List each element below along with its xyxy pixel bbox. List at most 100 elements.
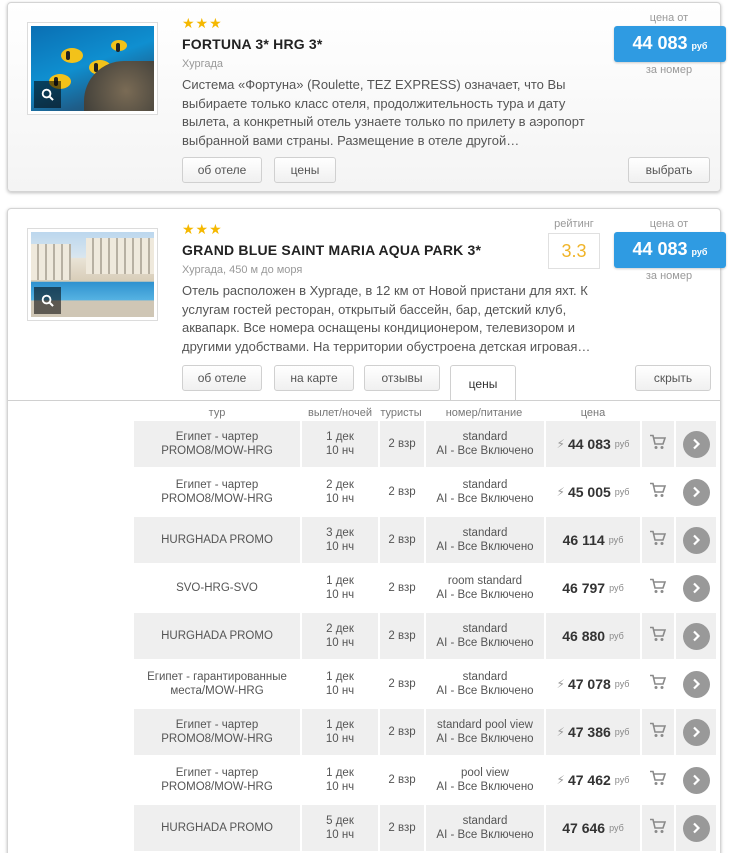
cart-icon[interactable] <box>649 674 667 694</box>
go-cell[interactable] <box>676 565 716 611</box>
price-cell: 46 880 руб <box>546 613 640 659</box>
go-cell[interactable] <box>676 613 716 659</box>
tab-prices[interactable]: цены <box>450 365 516 401</box>
cart-cell[interactable] <box>642 757 674 803</box>
meal-plan: AI - Все Включено <box>436 829 534 841</box>
tour-price: 47 078 <box>567 676 611 692</box>
chevron-right-icon[interactable] <box>682 670 710 698</box>
currency-label: руб <box>691 41 708 51</box>
cart-cell[interactable] <box>642 469 674 515</box>
hide-button[interactable]: скрыть <box>635 365 711 391</box>
about-hotel-button[interactable]: об отеле <box>182 365 262 391</box>
hotel-card-fortuna: ★★★ FORTUNA 3* HRG 3* Хургада Система «Ф… <box>7 2 726 192</box>
cart-icon[interactable] <box>649 482 667 502</box>
hotel-photo[interactable] <box>27 22 158 115</box>
chevron-right-icon[interactable] <box>682 814 710 842</box>
currency-label: руб <box>609 583 624 593</box>
go-cell[interactable] <box>676 757 716 803</box>
lightning-icon: ⚡ <box>556 677 565 691</box>
lightning-icon: ⚡ <box>556 773 565 787</box>
reviews-button[interactable]: отзывы <box>364 365 440 391</box>
magnifier-icon[interactable] <box>34 81 61 108</box>
chevron-right-icon[interactable] <box>682 430 710 458</box>
departure-date: 2 дек <box>326 623 354 635</box>
currency-label: руб <box>614 727 630 737</box>
go-cell[interactable] <box>676 421 716 467</box>
departure-cell: 1 дек 10 нч <box>302 565 378 611</box>
cart-cell[interactable] <box>642 709 674 755</box>
chevron-right-icon[interactable] <box>682 526 710 554</box>
price-value: 44 083 <box>632 239 688 259</box>
price-cell: 46 114 руб <box>546 517 640 563</box>
hotel-photo[interactable] <box>27 228 158 321</box>
cart-cell[interactable] <box>642 661 674 707</box>
tour-name-line: PROMO8/MOW-HRG <box>161 445 273 457</box>
hotel-description: Отель расположен в Хургаде, в 12 км от Н… <box>182 283 591 354</box>
cart-cell[interactable] <box>642 565 674 611</box>
go-cell[interactable] <box>676 709 716 755</box>
departure-date: 1 дек <box>326 575 354 587</box>
hotel-card-grand-blue: ★★★ GRAND BLUE SAINT MARIA AQUA PARK 3* … <box>7 208 726 853</box>
col-header-tourists: туристы <box>380 407 422 419</box>
cart-icon[interactable] <box>649 626 667 646</box>
room-type: standard <box>462 623 508 635</box>
hotel-description: Система «Фортуна» (Roulette, TEZ EXPRESS… <box>182 77 585 148</box>
go-cell[interactable] <box>676 517 716 563</box>
tour-price: 44 083 <box>567 436 611 452</box>
meal-plan: AI - Все Включено <box>436 733 534 745</box>
tour-name-line: PROMO8/MOW-HRG <box>161 493 273 505</box>
departure-date: 2 дек <box>326 479 354 491</box>
cart-cell[interactable] <box>642 613 674 659</box>
prices-button[interactable]: цены <box>274 157 336 183</box>
tourists-cell: 2 взр <box>380 757 424 803</box>
price-badge[interactable]: 44 083 руб <box>614 26 726 62</box>
room-cell: room standard AI - Все Включено <box>426 565 544 611</box>
cart-icon[interactable] <box>649 722 667 742</box>
cart-icon[interactable] <box>649 818 667 838</box>
tour-name-line: Египет - гарантированные <box>147 671 287 683</box>
cart-cell[interactable] <box>642 805 674 851</box>
room-cell: standard AI - Все Включено <box>426 661 544 707</box>
departure-date: 1 дек <box>326 719 354 731</box>
go-cell[interactable] <box>676 469 716 515</box>
tour-name-line: PROMO8/MOW-HRG <box>161 781 273 793</box>
room-cell: standard pool view AI - Все Включено <box>426 709 544 755</box>
tour-name-line: PROMO8/MOW-HRG <box>161 733 273 745</box>
hotel-name[interactable]: FORTUNA 3* HRG 3* <box>182 36 323 52</box>
tourists-count: 2 взр <box>388 678 416 690</box>
chevron-right-icon[interactable] <box>682 622 710 650</box>
about-hotel-button[interactable]: об отеле <box>182 157 262 183</box>
on-map-button[interactable]: на карте <box>274 365 354 391</box>
price-cell: 47 646 руб <box>546 805 640 851</box>
cart-icon[interactable] <box>649 434 667 454</box>
chevron-right-icon[interactable] <box>682 478 710 506</box>
tour-price: 46 797 <box>562 580 606 596</box>
cart-cell[interactable] <box>642 421 674 467</box>
chevron-right-icon[interactable] <box>682 766 710 794</box>
price-badge[interactable]: 44 083 руб <box>614 232 726 268</box>
nights-count: 10 нч <box>325 733 355 745</box>
tour-cell: SVO-HRG-SVO <box>134 565 300 611</box>
magnifier-icon[interactable] <box>34 287 61 314</box>
chevron-right-icon[interactable] <box>682 718 710 746</box>
room-type: standard <box>462 431 508 443</box>
tourists-count: 2 взр <box>388 534 416 546</box>
cart-icon[interactable] <box>649 578 667 598</box>
per-room-label: за номер <box>645 270 693 282</box>
room-cell: standard AI - Все Включено <box>426 517 544 563</box>
chevron-right-icon[interactable] <box>682 574 710 602</box>
cart-icon[interactable] <box>649 530 667 550</box>
lightning-icon: ⚡ <box>556 485 565 499</box>
hotel-name[interactable]: GRAND BLUE SAINT MARIA AQUA PARK 3* <box>182 242 481 258</box>
select-button[interactable]: выбрать <box>628 157 710 183</box>
cart-icon[interactable] <box>649 770 667 790</box>
departure-cell: 1 дек 10 нч <box>302 421 378 467</box>
room-cell: standard AI - Все Включено <box>426 469 544 515</box>
cart-cell[interactable] <box>642 517 674 563</box>
tour-price: 45 005 <box>567 484 611 500</box>
rating-label: рейтинг <box>554 218 594 230</box>
go-cell[interactable] <box>676 805 716 851</box>
go-cell[interactable] <box>676 661 716 707</box>
tour-price: 47 386 <box>567 724 611 740</box>
tourists-count: 2 взр <box>388 486 416 498</box>
